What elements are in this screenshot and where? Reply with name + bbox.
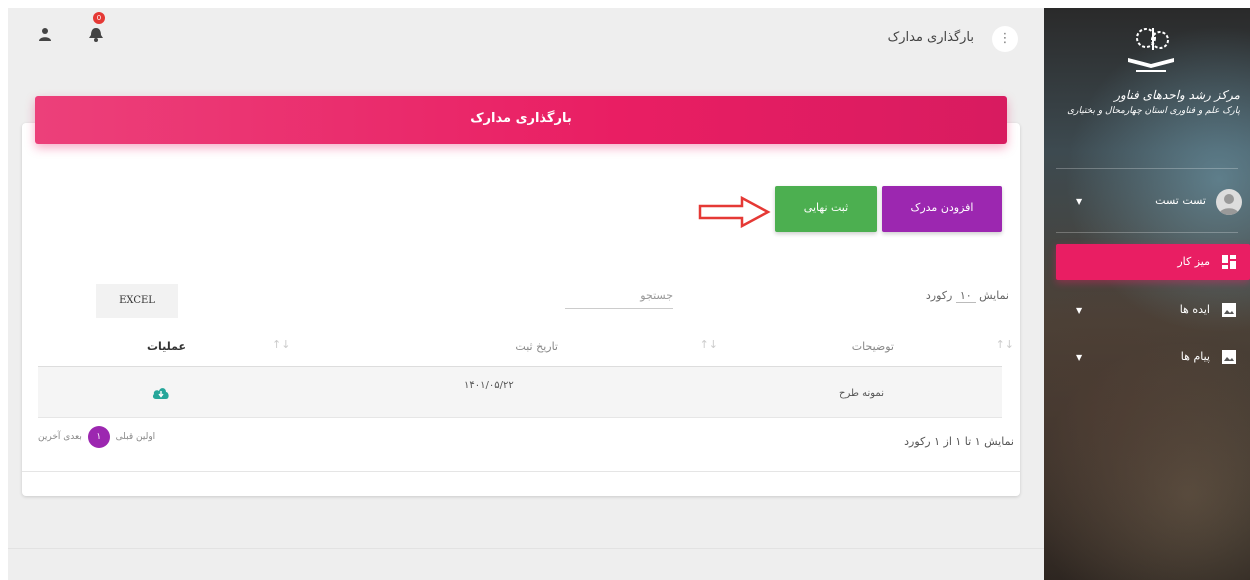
excel-export-button[interactable]: EXCEL xyxy=(96,284,178,318)
column-header-description[interactable]: توضیحات xyxy=(852,340,894,353)
table-info: نمایش ۱ تا ۱ از ۱ رکورد xyxy=(904,435,1014,448)
pagination-current-page[interactable]: ۱ xyxy=(87,426,110,448)
sidebar: مرکز رشد واحدهای فناور پارک علم و فناوری… xyxy=(1044,8,1250,580)
sidebar-item-label: میز کار xyxy=(1177,255,1210,268)
arrow-annotation-icon xyxy=(698,196,771,228)
cloud-download-icon[interactable] xyxy=(152,386,170,400)
divider xyxy=(22,471,1020,472)
chevron-down-icon[interactable]: ▼ xyxy=(1076,197,1082,206)
sort-icon[interactable]: ↑↓ xyxy=(272,338,290,351)
divider xyxy=(1056,168,1238,169)
sidebar-user-name[interactable]: تست تست xyxy=(1155,194,1206,207)
pagination-prev[interactable]: قبلی xyxy=(116,432,134,442)
add-document-button[interactable]: افزودن مدرک xyxy=(882,186,1002,232)
sort-icon[interactable]: ↑↓ xyxy=(996,338,1014,351)
column-header-actions: عملیات xyxy=(147,340,187,353)
page-length-select[interactable]: ۱۰ xyxy=(955,289,976,303)
sidebar-item-messages[interactable]: پیام ها xyxy=(1181,350,1210,363)
bell-icon[interactable] xyxy=(86,24,106,44)
avatar[interactable] xyxy=(1216,189,1242,215)
user-icon[interactable] xyxy=(38,26,52,42)
search-input[interactable]: جستجو xyxy=(565,286,673,309)
image-icon xyxy=(1222,350,1236,364)
final-submit-button[interactable]: ثبت نهایی xyxy=(775,186,877,232)
sidebar-item-ideas[interactable]: ایده ها xyxy=(1180,303,1210,316)
org-logo xyxy=(1128,28,1174,72)
main-area: ⋮ بارگذاری مدارک 0 بارگذاری مدارک افزودن… xyxy=(8,8,1044,580)
page-title: بارگذاری مدارک xyxy=(887,30,974,45)
menu-icon[interactable]: ⋮ xyxy=(992,26,1018,52)
pagination-first[interactable]: اولین xyxy=(136,432,155,442)
sort-icon[interactable]: ↑↓ xyxy=(700,338,718,351)
card-title: بارگذاری مدارک xyxy=(35,96,1007,144)
chevron-down-icon[interactable]: ▼ xyxy=(1076,353,1082,362)
chevron-down-icon[interactable]: ▼ xyxy=(1076,306,1082,315)
page-length-control[interactable]: نمایش ۱۰ رکورد xyxy=(925,289,1009,303)
image-icon xyxy=(1222,303,1236,317)
show-prefix: نمایش xyxy=(979,289,1009,302)
org-subtitle: پارک علم و فناوری استان چهارمحال و بختیا… xyxy=(1067,106,1240,116)
column-header-date[interactable]: تاریخ ثبت xyxy=(515,340,558,353)
pagination-next[interactable]: بعدی xyxy=(63,432,82,442)
row-description: نمونه طرح xyxy=(839,388,884,399)
divider xyxy=(1056,232,1238,233)
show-suffix: رکورد xyxy=(925,289,953,302)
pagination-last[interactable]: آخرین xyxy=(38,432,60,442)
row-date: ۱۴۰۱/۰۵/۲۲ xyxy=(464,380,514,391)
dashboard-icon xyxy=(1222,255,1236,269)
org-name: مرکز رشد واحدهای فناور xyxy=(1114,88,1240,102)
divider xyxy=(8,548,1044,549)
sidebar-item-dashboard[interactable] xyxy=(1056,244,1250,280)
pagination: آخرین بعدی ۱ قبلی اولین xyxy=(38,426,155,450)
notification-badge: 0 xyxy=(93,12,105,24)
